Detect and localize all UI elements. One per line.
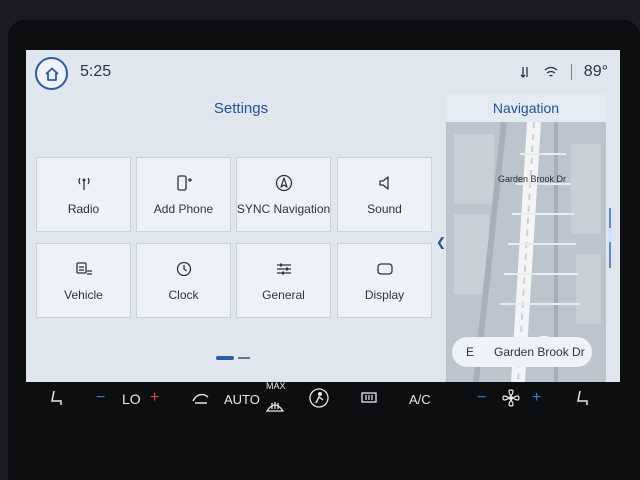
tile-label: Display	[364, 287, 405, 302]
tile-clock[interactable]: Clock	[136, 243, 231, 318]
tile-general[interactable]: General	[236, 243, 331, 318]
rear-defrost-button[interactable]	[359, 383, 379, 413]
fan-down-button[interactable]: −	[477, 389, 486, 407]
vehicle-icon	[75, 261, 92, 275]
climate-mode-button[interactable]	[306, 383, 332, 413]
tile-add-phone[interactable]: Add Phone	[136, 157, 231, 232]
home-icon	[44, 67, 59, 81]
destination-pill[interactable]: E Garden Brook Dr	[452, 337, 592, 367]
tile-vehicle[interactable]: Vehicle	[36, 243, 131, 318]
edge-slider-icon	[608, 208, 612, 268]
settings-title: Settings	[213, 100, 269, 117]
temp-down-button[interactable]: −	[96, 389, 105, 407]
status-bar: 5:25 89°	[26, 50, 620, 96]
defrost-icon	[265, 402, 285, 412]
tile-label: Radio	[67, 201, 100, 216]
temp-up-button[interactable]: +	[150, 389, 159, 407]
data-transfer-icon	[520, 67, 528, 78]
tile-label: SYNC Navigation	[236, 201, 331, 216]
speaker-icon	[378, 175, 389, 190]
heading-direction: E	[466, 345, 475, 359]
tile-label: Vehicle	[64, 287, 103, 302]
auto-button[interactable]: AUTO	[224, 392, 260, 407]
rear-defrost-icon	[361, 392, 377, 403]
antenna-icon	[77, 177, 90, 190]
settings-grid: Radio Add Phone SYNC Navigation Sound Ve…	[36, 157, 438, 322]
clock-icon	[176, 261, 191, 276]
tile-sound[interactable]: Sound	[337, 157, 432, 232]
recirculation-button[interactable]	[189, 383, 213, 413]
status-separator	[570, 64, 572, 80]
climate-person-icon	[309, 388, 329, 408]
phone-add-icon	[176, 174, 192, 191]
page-indicator[interactable]	[216, 356, 250, 360]
outside-temperature: 89°	[583, 63, 608, 80]
ac-button[interactable]: A/C	[409, 392, 431, 407]
tile-label: Sound	[367, 201, 402, 216]
navigation-title: Navigation	[492, 100, 560, 116]
clock-time: 5:25	[80, 63, 112, 80]
max-defrost-label: MAX	[266, 381, 286, 391]
max-defrost-button[interactable]	[264, 391, 286, 421]
status-icons: 89°	[519, 63, 608, 81]
navigation-icon	[275, 174, 292, 191]
climate-bar: − LO + AUTO MAX A/C − +	[26, 381, 620, 423]
page-dot	[238, 357, 250, 359]
left-temperature: LO	[122, 391, 141, 407]
home-button[interactable]	[35, 57, 68, 90]
page-dot-active	[216, 356, 234, 360]
sliders-icon	[276, 263, 291, 274]
fan-up-button[interactable]: +	[532, 389, 541, 407]
panel-handle-icon[interactable]: ❮	[436, 235, 446, 249]
tile-radio[interactable]: Radio	[36, 157, 131, 232]
volume-indicator	[608, 208, 612, 268]
destination-street: Garden Brook Dr	[494, 345, 585, 359]
display-icon	[376, 262, 393, 275]
wifi-icon	[544, 66, 558, 77]
tile-label: General	[262, 287, 305, 302]
seat-heat-left-button[interactable]	[46, 383, 68, 413]
tile-label: Clock	[168, 287, 199, 302]
fan-icon	[502, 389, 520, 407]
fan-speed	[499, 383, 523, 413]
seat-icon	[577, 390, 588, 405]
seat-icon	[51, 390, 62, 405]
tile-display[interactable]: Display	[337, 243, 432, 318]
seat-heat-right-button[interactable]	[572, 383, 594, 413]
tile-label: Add Phone	[153, 201, 214, 216]
navigation-panel[interactable]: Navigation Garden Brook Dr E Garden Broo…	[446, 94, 606, 382]
tile-sync-navigation[interactable]: SYNC Navigation	[236, 157, 331, 232]
recirculation-icon	[192, 393, 209, 404]
map-street-label: Garden Brook Dr	[498, 174, 567, 184]
infotainment-screen: 5:25 89° Settings Radio Add Phone SYNC N…	[26, 50, 620, 382]
